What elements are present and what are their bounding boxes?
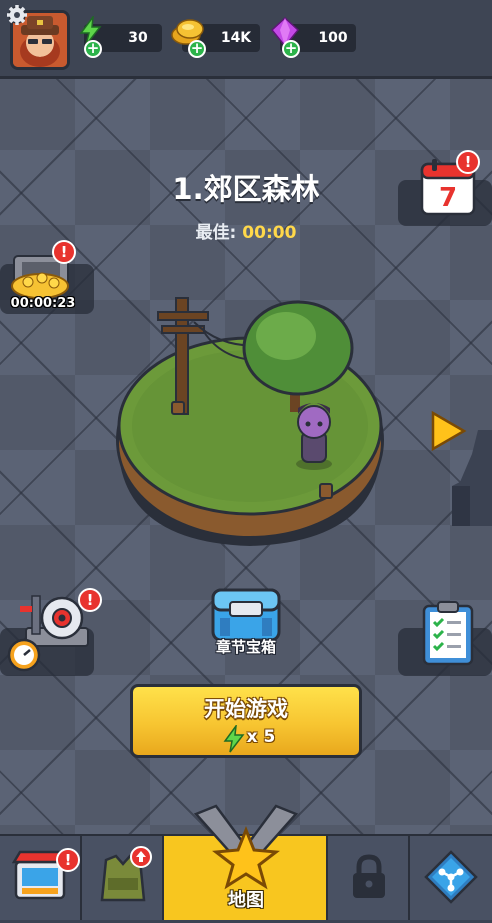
clipboard-icon: [422, 601, 474, 666]
tab-equipment[interactable]: [82, 836, 164, 920]
start-game-button[interactable]: 开始游戏 x 5: [130, 684, 362, 758]
chapter-chest-label: 章节宝箱: [215, 638, 276, 656]
gold-value: 14K: [220, 30, 252, 46]
treasure-alert-badge: !: [52, 240, 76, 264]
add-energy-button[interactable]: +: [84, 40, 102, 58]
turret-alert-badge: !: [78, 588, 102, 612]
start-game-cost: x 5: [246, 727, 276, 747]
gem-value: 100: [318, 30, 348, 46]
stopwatch-icon: [7, 638, 41, 672]
level-island[interactable]: [114, 292, 386, 548]
gear-icon[interactable]: [6, 4, 28, 26]
calendar-alert-badge: !: [456, 150, 480, 174]
energy-value: 30: [128, 30, 148, 46]
best-time-value: 00:00: [242, 223, 297, 243]
stone-pillar-icon: [452, 430, 492, 526]
network-icon: [424, 850, 478, 904]
crossed-guns-star-icon: [193, 804, 299, 890]
start-game-label: 开始游戏: [204, 697, 288, 721]
tab-locked[interactable]: [328, 836, 410, 920]
tab-map-label: 地图: [228, 890, 264, 911]
add-gems-button[interactable]: +: [282, 40, 300, 58]
tab-shop[interactable]: !: [0, 836, 82, 920]
upgrade-arrow-icon: [130, 846, 152, 868]
svg-text:7: 7: [439, 183, 457, 213]
tab-talent[interactable]: [410, 836, 492, 920]
treasure-timer: 00:00:23: [10, 296, 76, 311]
lock-icon: [353, 854, 385, 898]
top-bar: 30 + 14K + 100 +: [0, 0, 492, 79]
best-time-label: 最佳:: [195, 223, 237, 243]
add-gold-button[interactable]: +: [188, 40, 206, 58]
shop-alert-badge: !: [56, 848, 80, 872]
